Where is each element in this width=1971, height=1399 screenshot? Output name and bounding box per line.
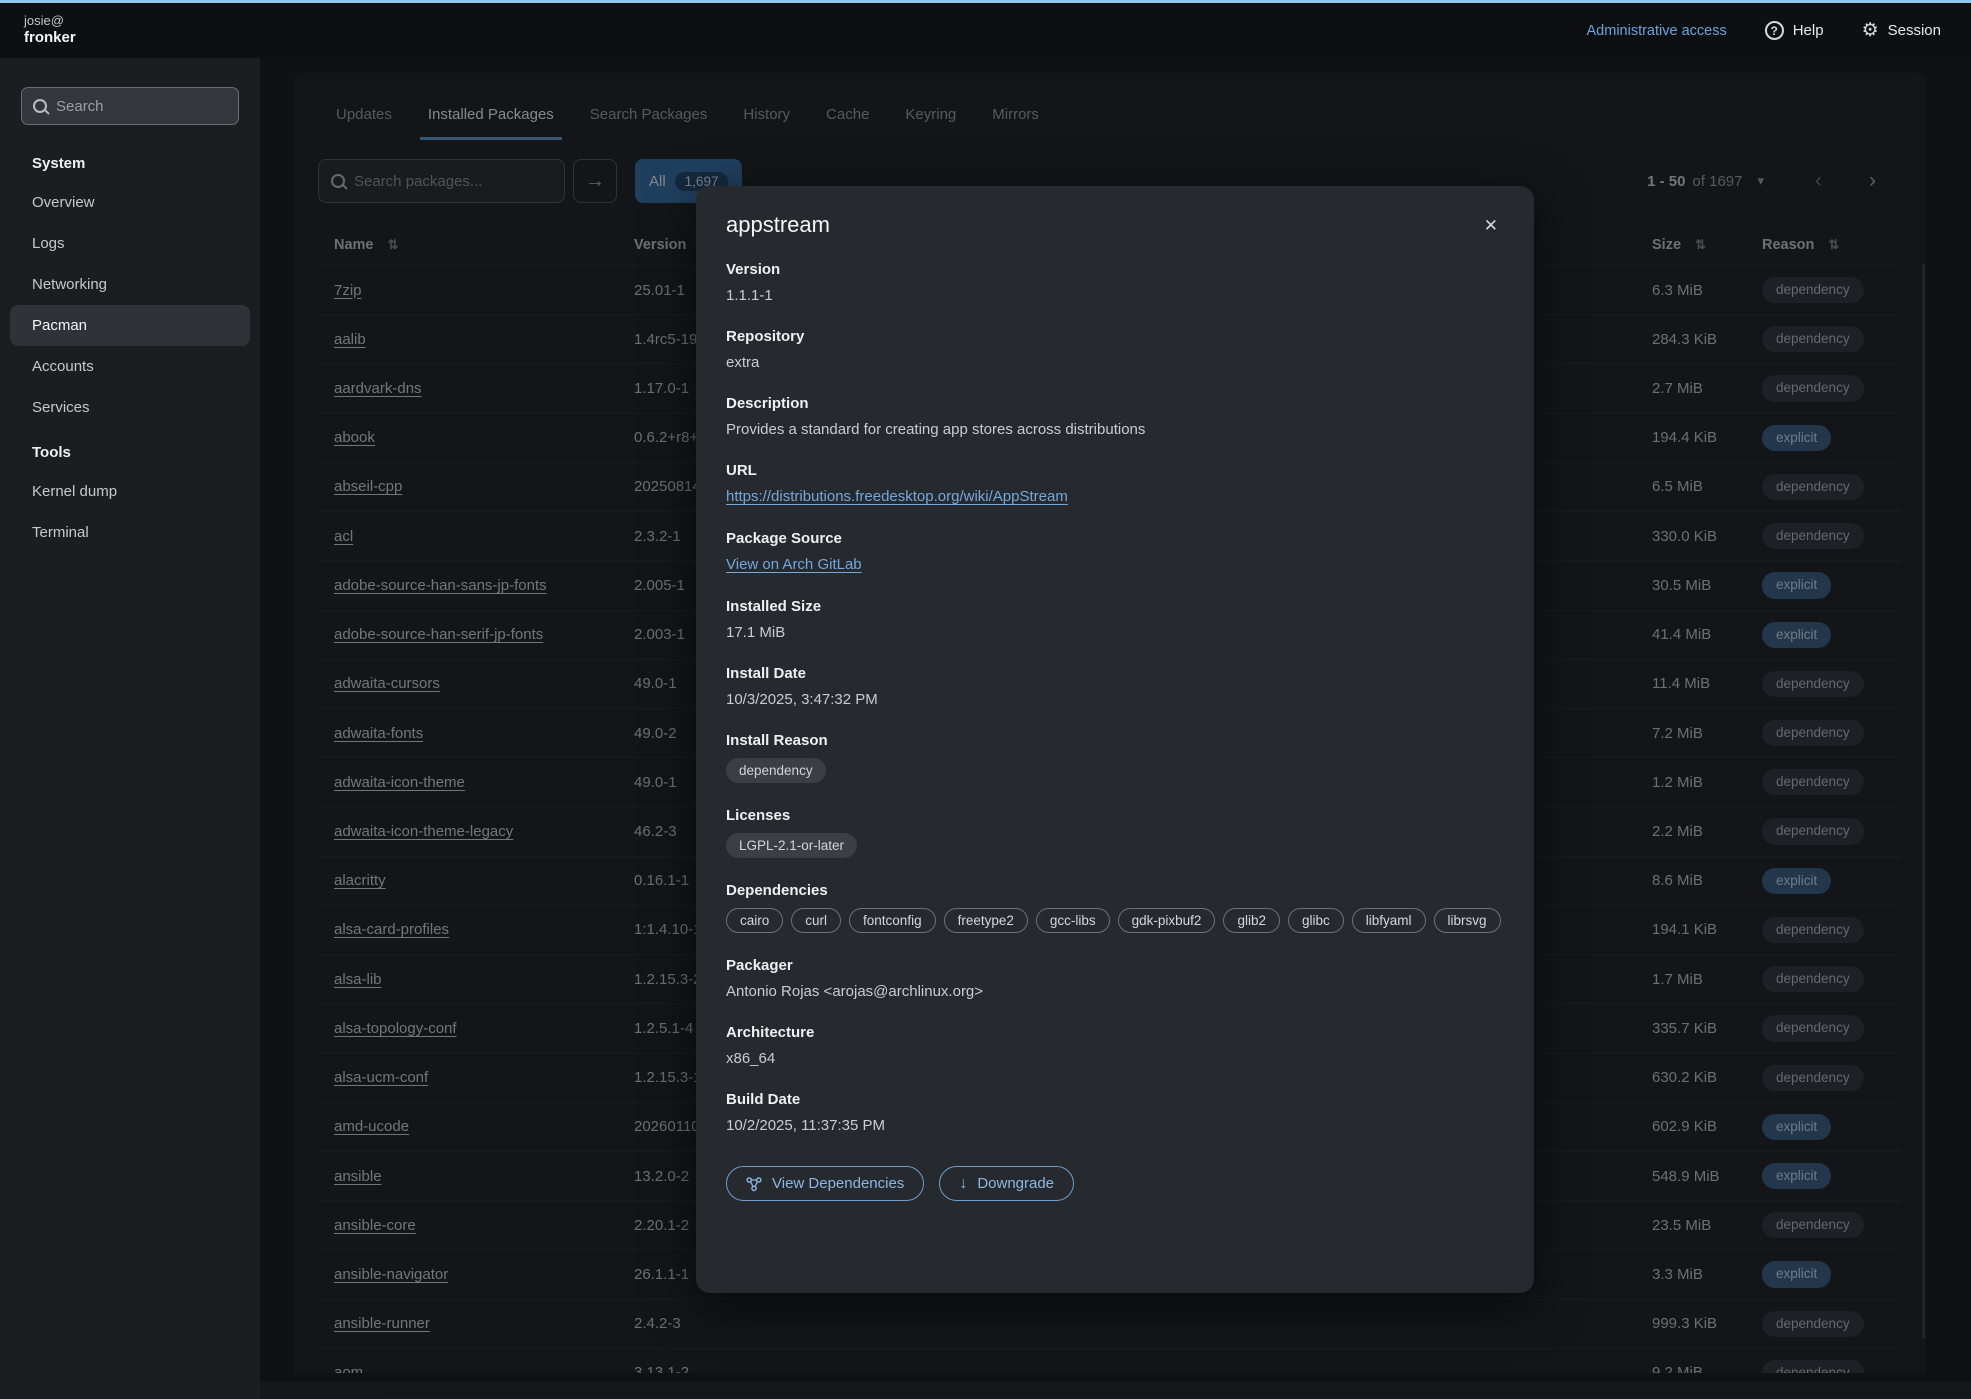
field-url: URL https://distributions.freedesktop.or… [726,462,1504,506]
dependency-chip[interactable]: fontconfig [849,908,936,933]
sidebar-item[interactable]: Networking [0,264,260,305]
field-installed-size: Installed Size 17.1 MiB [726,598,1504,641]
field-package-source: Package Source View on Arch GitLab [726,530,1504,574]
sidebar-group-heading-system: System [0,139,260,182]
sidebar-item[interactable]: Overview [0,182,260,223]
dependency-chip[interactable]: glibc [1288,908,1344,933]
sidebar: System OverviewLogsNetworkingPacmanAccou… [0,58,260,1399]
dependency-chip[interactable]: curl [791,908,841,933]
field-architecture: Architecture x86_64 [726,1024,1504,1067]
dependency-chip[interactable]: librsvg [1434,908,1501,933]
arch-gitlab-link[interactable]: View on Arch GitLab [726,556,862,573]
masthead-hostname: fronker [24,29,76,48]
gear-icon: ⚙ [1862,21,1879,40]
license-badge: LGPL-2.1-or-later [726,833,857,858]
administrative-access-link[interactable]: Administrative access [1587,23,1727,39]
dependency-graph-icon [746,1176,762,1192]
session-menu-button[interactable]: ⚙ Session [1862,21,1941,40]
modal-title: appstream [726,212,830,238]
dependency-chip[interactable]: gdk-pixbuf2 [1118,908,1216,933]
sidebar-group-heading-tools: Tools [0,428,260,471]
field-version: Version 1.1.1-1 [726,261,1504,304]
package-url-link[interactable]: https://distributions.freedesktop.org/wi… [726,488,1068,505]
masthead: josie@ fronker Administrative access ? H… [0,3,1971,58]
top-accent-bar [0,0,1971,3]
downgrade-button[interactable]: ↓ Downgrade [939,1166,1074,1201]
modal-header: appstream ✕ [726,212,1504,240]
field-install-reason: Install Reason dependency [726,732,1504,783]
sidebar-item[interactable]: Terminal [0,512,260,553]
modal-body: Version 1.1.1-1 Repository extra Descrip… [726,261,1504,1201]
field-packager: Packager Antonio Rojas <arojas@archlinux… [726,957,1504,1000]
session-label: Session [1888,22,1941,39]
dependency-chip[interactable]: gcc-libs [1036,908,1110,933]
sidebar-group-tools: Kernel dumpTerminal [0,471,260,553]
field-repository: Repository extra [726,328,1504,371]
sidebar-group-system: OverviewLogsNetworkingPacmanAccountsServ… [0,182,260,428]
sidebar-search [21,87,239,125]
field-dependencies: Dependencies cairocurlfontconfigfreetype… [726,882,1504,933]
sidebar-item[interactable]: Accounts [0,346,260,387]
dependency-chip[interactable]: glib2 [1223,908,1280,933]
help-menu-button[interactable]: ? Help [1765,21,1824,40]
field-build-date: Build Date 10/2/2025, 11:37:35 PM [726,1091,1504,1134]
package-details-modal: appstream ✕ Version 1.1.1-1 Repository e… [696,186,1534,1293]
modal-actions: View Dependencies ↓ Downgrade [726,1166,1504,1201]
close-icon: ✕ [1484,216,1498,235]
view-dependencies-button[interactable]: View Dependencies [726,1166,924,1201]
dependency-chip[interactable]: libfyaml [1352,908,1426,933]
dependency-chip-list: cairo curl fontconfig freetype2 gcc-libs gdk-… [726,908,1504,933]
sidebar-item[interactable]: Services [0,387,260,428]
sidebar-search-input[interactable] [56,98,227,115]
dependency-chip[interactable]: freetype2 [944,908,1028,933]
field-licenses: Licenses LGPL-2.1-or-later [726,807,1504,858]
field-install-date: Install Date 10/3/2025, 3:47:32 PM [726,665,1504,708]
sidebar-item[interactable]: Pacman [10,305,250,346]
search-icon [33,99,47,113]
sidebar-item[interactable]: Logs [0,223,260,264]
host-brand[interactable]: josie@ fronker [24,13,76,48]
close-button[interactable]: ✕ [1478,212,1504,240]
arrow-down-icon: ↓ [959,1176,967,1192]
field-description: Description Provides a standard for crea… [726,395,1504,438]
sidebar-item[interactable]: Kernel dump [0,471,260,512]
install-reason-badge: dependency [726,758,826,783]
masthead-username: josie@ [24,13,76,29]
dependency-chip[interactable]: cairo [726,908,783,933]
masthead-actions: Administrative access ? Help ⚙ Session [1587,21,1942,40]
help-label: Help [1793,22,1824,39]
help-icon: ? [1765,21,1784,40]
